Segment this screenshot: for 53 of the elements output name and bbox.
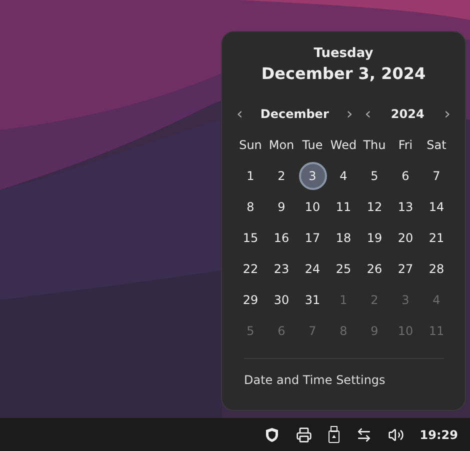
weekday-header: Wed (329, 136, 358, 154)
calendar-day[interactable]: 17 (298, 224, 326, 252)
clock[interactable]: 19:29 (420, 428, 458, 442)
month-label: December (259, 107, 330, 121)
calendar-day[interactable]: 3 (298, 162, 326, 190)
shield-icon[interactable] (264, 426, 280, 442)
calendar-day[interactable]: 23 (268, 254, 296, 282)
calendar-day[interactable]: 24 (298, 254, 326, 282)
previous-month-button[interactable]: ‹ (230, 106, 249, 122)
date-title: December 3, 2024 (261, 64, 426, 83)
calendar-day[interactable]: 9 (268, 192, 296, 220)
volume-icon[interactable] (388, 426, 404, 442)
weekday-title: Tuesday (314, 46, 374, 61)
usb-drive-icon[interactable] (328, 426, 340, 443)
calendar-day[interactable]: 10 (298, 192, 326, 220)
calendar-day[interactable]: 28 (422, 254, 450, 282)
calendar-day[interactable]: 7 (422, 162, 450, 190)
printer-icon[interactable] (296, 426, 312, 442)
calendar-day[interactable]: 26 (360, 254, 388, 282)
calendar-day[interactable]: 13 (392, 192, 420, 220)
calendar-day[interactable]: 25 (330, 254, 358, 282)
calendar-day[interactable]: 18 (330, 224, 358, 252)
date-time-settings-link[interactable]: Date and Time Settings (244, 373, 386, 387)
calendar-day[interactable]: 2 (268, 162, 296, 190)
weekday-header: Fri (397, 136, 414, 154)
weekday-header: Mon (268, 136, 296, 154)
next-month-button[interactable]: › (340, 106, 359, 122)
calendar-day[interactable]: 21 (422, 224, 450, 252)
calendar-day[interactable]: 11 (330, 192, 358, 220)
weekday-header: Thu (362, 136, 387, 154)
year-label: 2024 (390, 107, 426, 121)
calendar-day[interactable]: 8 (236, 192, 264, 220)
weekday-header: Tue (301, 136, 324, 154)
calendar-day[interactable]: 19 (360, 224, 388, 252)
calendar-day[interactable]: 16 (268, 224, 296, 252)
weekday-header: Sat (426, 136, 448, 154)
calendar-day[interactable]: 22 (236, 254, 264, 282)
calendar-day[interactable]: 14 (422, 192, 450, 220)
calendar-day[interactable]: 31 (298, 286, 326, 314)
calendar-day[interactable]: 6 (392, 162, 420, 190)
network-arrows-icon[interactable] (356, 426, 372, 442)
calendar-day[interactable]: 20 (392, 224, 420, 252)
calendar-day[interactable]: 15 (236, 224, 264, 252)
calendar-day[interactable]: 29 (236, 286, 264, 314)
next-year-button[interactable]: › (438, 106, 456, 122)
calendar-day[interactable]: 1 (236, 162, 264, 190)
calendar-day[interactable]: 5 (360, 162, 388, 190)
calendar-day[interactable]: 4 (330, 162, 358, 190)
calendar-day[interactable]: 30 (268, 286, 296, 314)
previous-year-button[interactable]: ‹ (358, 106, 378, 122)
calendar-day[interactable]: 27 (392, 254, 420, 282)
calendar-day[interactable]: 12 (360, 192, 388, 220)
weekday-header: Sun (238, 136, 263, 154)
